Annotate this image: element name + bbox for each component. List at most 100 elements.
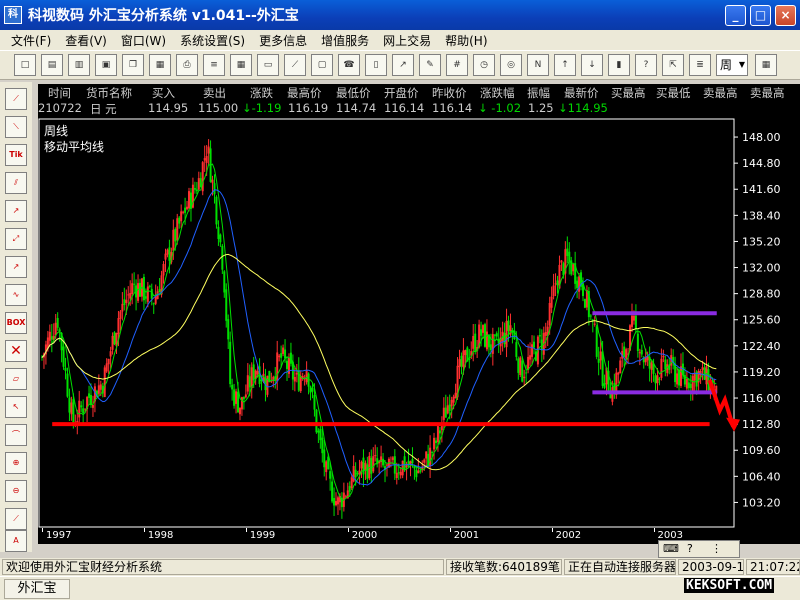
ray-line-icon[interactable]: ↗	[5, 256, 27, 278]
circle-plus-icon[interactable]: ⊕	[5, 452, 27, 474]
menu-more-info[interactable]: 更多信息	[252, 32, 314, 49]
candle-body	[593, 323, 596, 325]
menu-view[interactable]: 查看(V)	[58, 32, 114, 49]
candle-body	[444, 407, 447, 418]
maximize-button[interactable]: □	[750, 5, 771, 26]
box-tool[interactable]: BOX	[5, 312, 27, 334]
candle-body	[172, 229, 175, 251]
clock-icon[interactable]: ◷	[473, 54, 495, 76]
help-icon[interactable]: ?	[635, 54, 657, 76]
candle-body	[495, 333, 498, 337]
candle-body	[233, 389, 236, 406]
x-tick-label: 1998	[147, 530, 174, 541]
save-icon[interactable]: ▣	[95, 54, 117, 76]
eraser-icon[interactable]: ▱	[5, 368, 27, 390]
candle-body	[121, 303, 124, 312]
candle-body	[576, 280, 579, 289]
candle-body	[433, 437, 436, 450]
copy-icon[interactable]: ❐	[122, 54, 144, 76]
menu-window[interactable]: 窗口(W)	[114, 32, 173, 49]
keyboard-icon[interactable]: ⌨	[663, 542, 679, 555]
candle-body	[195, 189, 198, 192]
candle-body	[521, 360, 524, 382]
candle-body	[164, 253, 167, 260]
gann-fan-icon[interactable]: ⟍	[5, 116, 27, 138]
taskbar-app-button[interactable]: 外汇宝	[4, 579, 70, 599]
red-up-arrow-icon[interactable]: ↑	[554, 54, 576, 76]
grid-icon[interactable]: #	[446, 54, 468, 76]
fan-lines-icon[interactable]: ⟋	[5, 88, 27, 110]
candle-body	[462, 350, 465, 368]
window-icon[interactable]: ▭	[257, 54, 279, 76]
candle-body	[329, 471, 332, 479]
paste-icon[interactable]: ▦	[149, 54, 171, 76]
more-icon[interactable]: ⋮	[711, 542, 722, 555]
candle-body	[299, 376, 302, 392]
candle-body	[152, 303, 155, 305]
menu-value-added[interactable]: 增值服务	[314, 32, 376, 49]
period-select[interactable]: 周 ▼	[716, 54, 748, 76]
calendar-icon[interactable]: ▦	[755, 54, 777, 76]
globe-icon[interactable]: ◎	[500, 54, 522, 76]
menu-help[interactable]: 帮助(H)	[438, 32, 494, 49]
zigzag-icon[interactable]: ⟋	[5, 508, 27, 530]
new-badge-icon[interactable]: N	[527, 54, 549, 76]
channel-line-icon[interactable]: ⤢	[5, 228, 27, 250]
candle-body	[399, 471, 402, 476]
candle-body	[568, 251, 571, 262]
candle-body	[517, 358, 520, 373]
status-time: 21:07:22	[746, 559, 800, 575]
candle-body	[703, 367, 706, 380]
trend-icon[interactable]: ↗	[392, 54, 414, 76]
open-folder-icon[interactable]: ▤	[41, 54, 63, 76]
folder-icon[interactable]: ▥	[68, 54, 90, 76]
candle-body	[84, 408, 87, 410]
book-icon[interactable]: ▯	[365, 54, 387, 76]
y-tick-label: 109.60	[742, 444, 781, 457]
screen-icon[interactable]: ▢	[311, 54, 333, 76]
candle-body	[88, 393, 91, 398]
arrow-tool-icon[interactable]: ↖	[5, 396, 27, 418]
panel-icon[interactable]: ▮	[608, 54, 630, 76]
pointer-help-icon[interactable]: ⇱	[662, 54, 684, 76]
parallel-lines-icon[interactable]: ⫽	[5, 172, 27, 194]
line-chart-icon[interactable]: ⟋	[284, 54, 306, 76]
candle-body	[656, 375, 659, 384]
trend-line-icon[interactable]: ↗	[5, 200, 27, 222]
chart-type-icon[interactable]: ≣	[689, 54, 711, 76]
chart-list-icon[interactable]: ≡	[203, 54, 225, 76]
chart-area[interactable]: 148.00 144.80 141.60 138.40 135.20 132.00 128.…	[38, 118, 800, 528]
minimize-button[interactable]: _	[725, 5, 746, 26]
new-file-icon[interactable]: □	[14, 54, 36, 76]
candle-body	[244, 394, 247, 398]
curve-tool-icon[interactable]: ⌒	[5, 424, 27, 446]
quote-open: 116.14	[384, 101, 425, 115]
candle-body	[662, 355, 665, 358]
table-icon[interactable]: ▦	[230, 54, 252, 76]
phone-icon[interactable]: ☎	[338, 54, 360, 76]
candle-body	[438, 430, 441, 434]
menu-online-trade[interactable]: 网上交易	[376, 32, 438, 49]
text-tool-icon[interactable]: A	[5, 530, 27, 552]
delete-icon[interactable]: ✕	[5, 340, 27, 362]
candle-body	[417, 470, 420, 474]
quote-ask: 115.00	[198, 101, 239, 115]
wave-icon[interactable]: ∿	[5, 284, 27, 306]
x-tick-mark	[245, 528, 247, 532]
menu-settings[interactable]: 系统设置(S)	[173, 32, 252, 49]
circle-minus-icon[interactable]: ⊖	[5, 480, 27, 502]
pen-icon[interactable]: ✎	[419, 54, 441, 76]
price-chart[interactable]: 148.00 144.80 141.60 138.40 135.20 132.00 128.…	[38, 118, 800, 528]
tick-tool[interactable]: Tik	[5, 144, 27, 166]
candle-body	[117, 318, 120, 335]
candle-body	[203, 158, 206, 161]
help-icon[interactable]: ?	[687, 542, 693, 555]
candle-body	[599, 351, 602, 361]
menu-file[interactable]: 文件(F)	[4, 32, 58, 49]
drawing-toolbar: ⟋ ⟍ Tik ⫽ ↗ ⤢ ↗ ∿ BOX ✕ ▱ ↖ ⌒ ⊕ ⊖ ⟋ A	[0, 82, 32, 552]
print-icon[interactable]: ⎙	[176, 54, 198, 76]
red-down-arrow-icon[interactable]: ↓	[581, 54, 603, 76]
candle-body	[507, 320, 510, 331]
candle-body	[180, 211, 183, 222]
close-button[interactable]: ×	[775, 5, 796, 26]
